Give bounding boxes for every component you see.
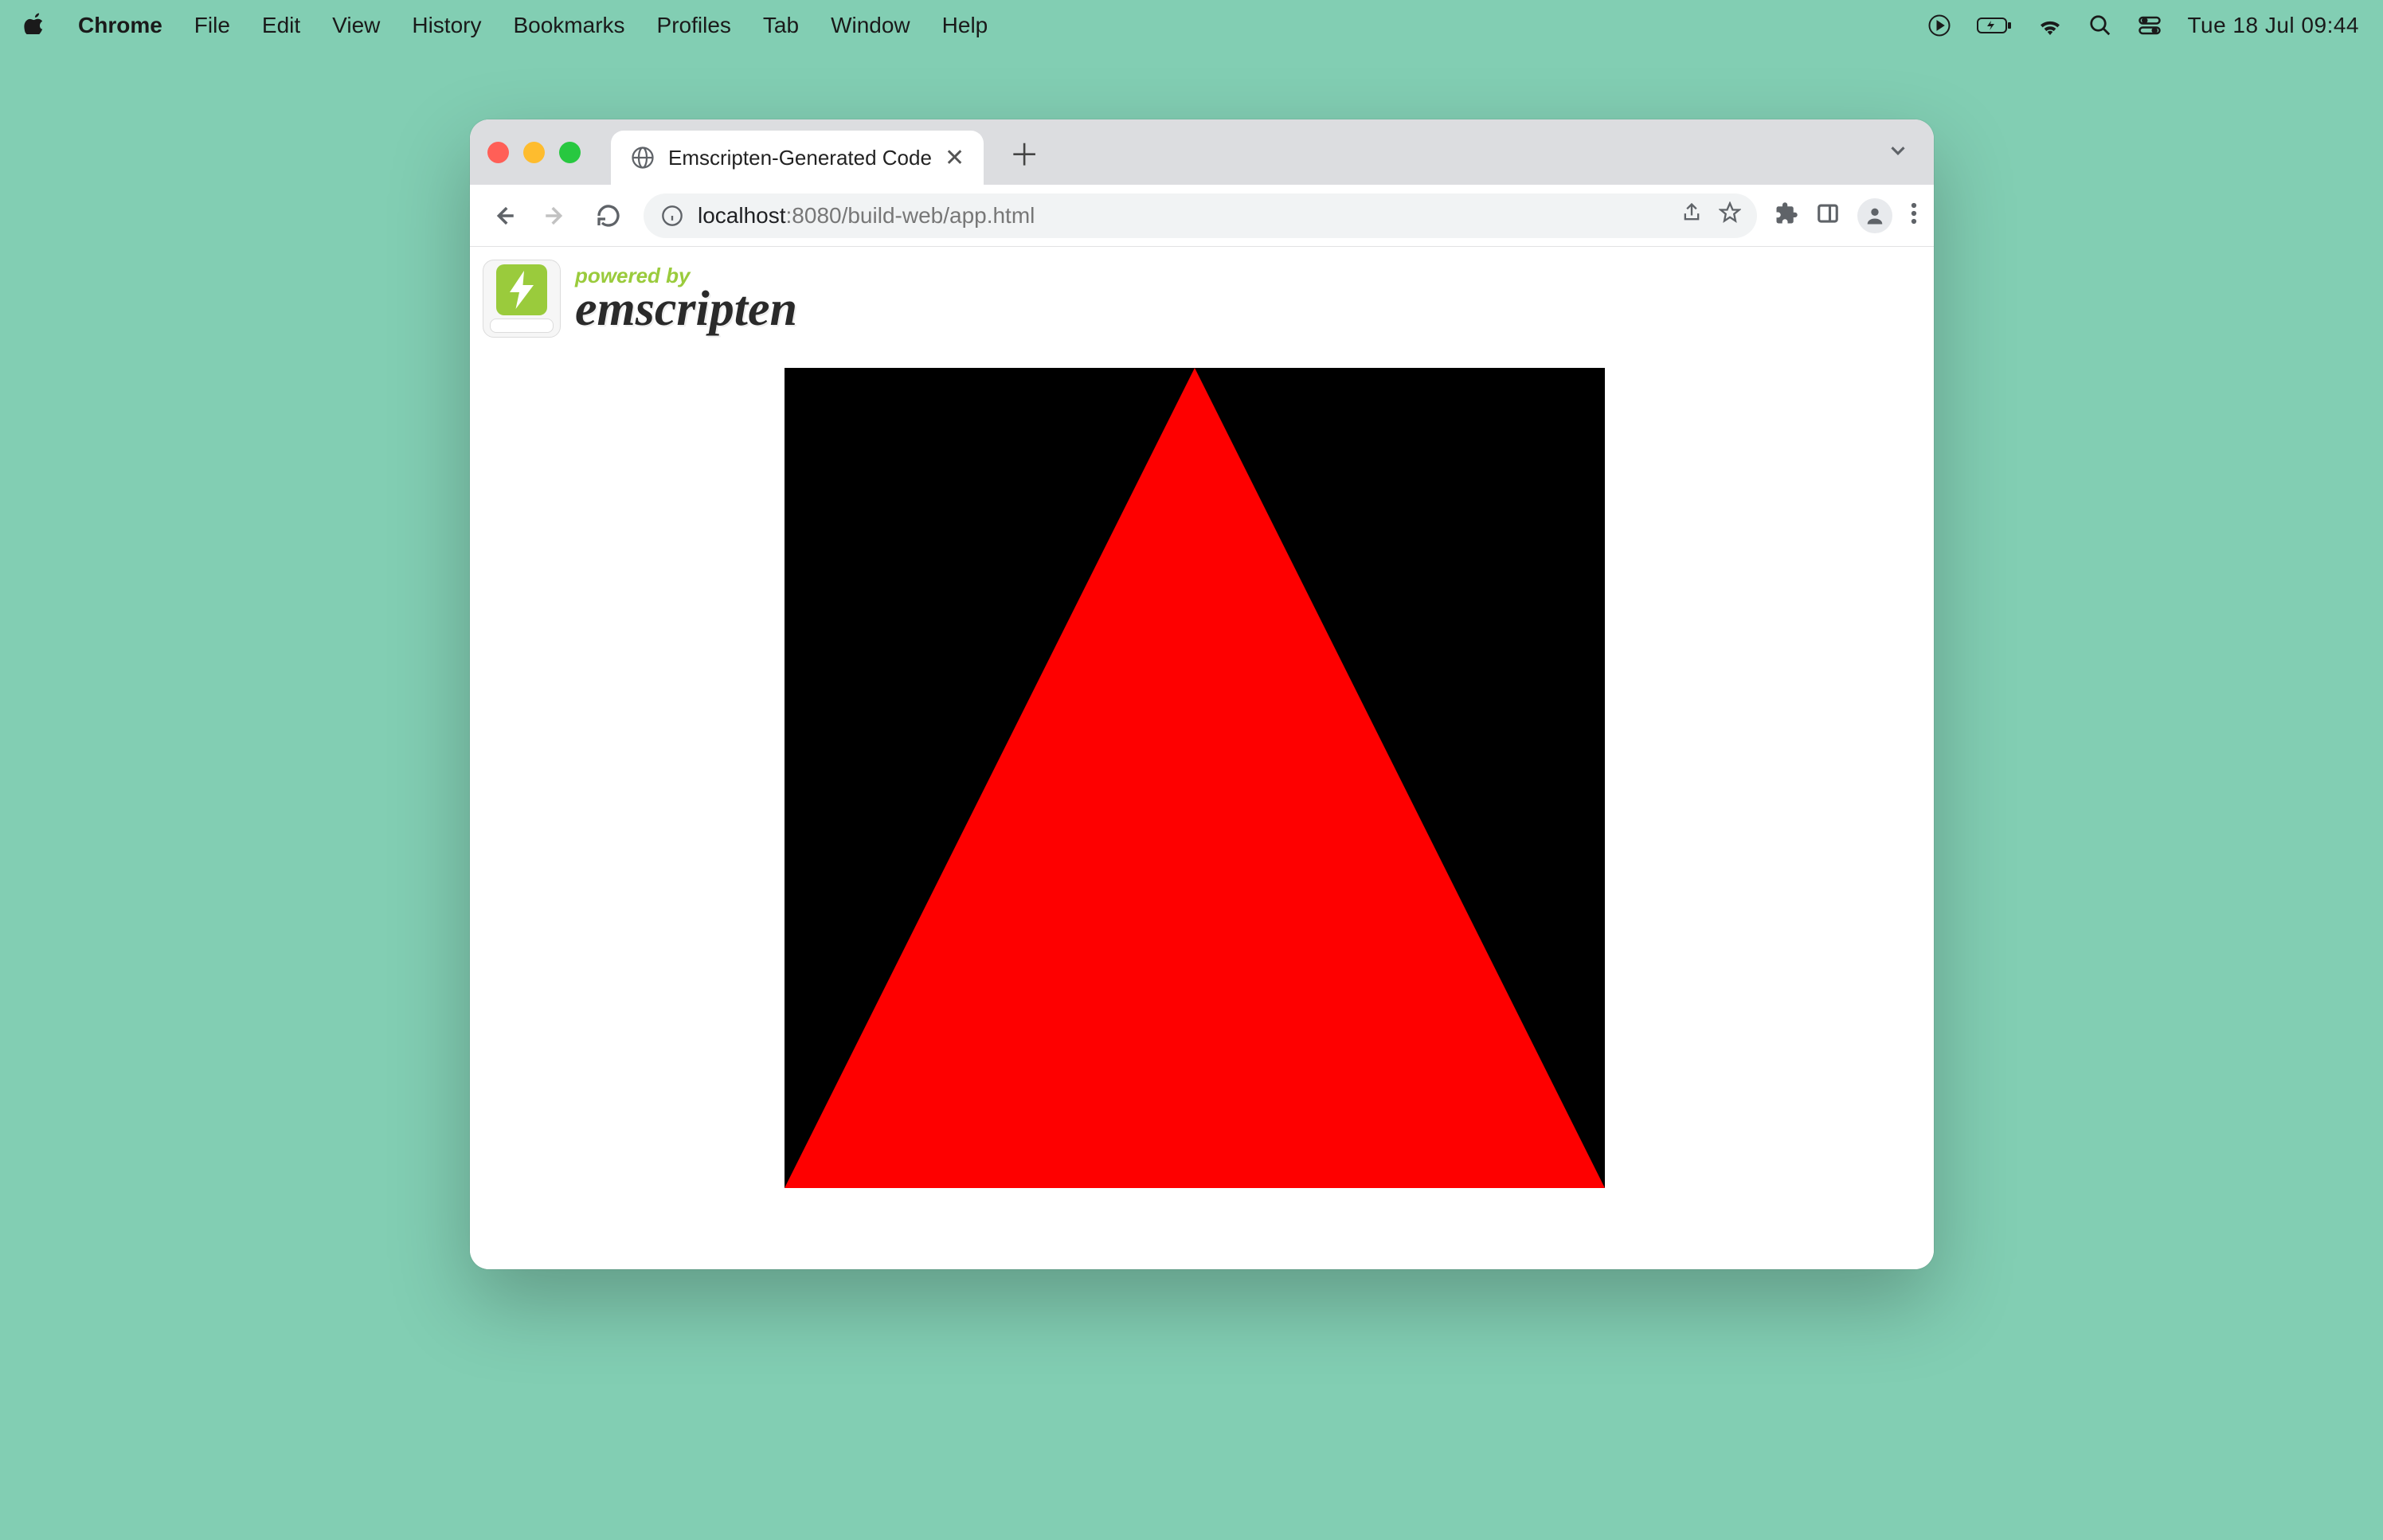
- url-path: :8080/build-web/app.html: [786, 203, 1035, 228]
- sidepanel-icon[interactable]: [1816, 201, 1840, 229]
- menubar-clock[interactable]: Tue 18 Jul 09:44: [2187, 13, 2359, 38]
- share-icon[interactable]: [1681, 201, 1703, 229]
- emscripten-wordmark: powered by emscripten: [575, 265, 797, 332]
- window-close-button[interactable]: [487, 142, 509, 163]
- menubar-left: Chrome File Edit View History Bookmarks …: [24, 12, 988, 40]
- nav-forward-button[interactable]: [538, 198, 573, 233]
- tab-close-button[interactable]: ✕: [945, 144, 965, 172]
- macos-menubar: Chrome File Edit View History Bookmarks …: [0, 0, 2383, 51]
- bookmark-star-icon[interactable]: [1719, 201, 1741, 229]
- emscripten-name-text: emscripten: [575, 287, 797, 332]
- window-minimize-button[interactable]: [523, 142, 545, 163]
- overflow-menu-icon[interactable]: [1910, 201, 1918, 229]
- traffic-lights: [487, 142, 581, 163]
- browser-toolbar: localhost:8080/build-web/app.html: [470, 185, 1934, 247]
- tab-favicon-globe-icon: [630, 145, 655, 170]
- media-icon[interactable]: [1927, 14, 1951, 37]
- new-tab-button[interactable]: ＋: [1004, 132, 1044, 172]
- spotlight-icon[interactable]: [2088, 14, 2112, 37]
- profile-avatar[interactable]: [1857, 198, 1892, 233]
- tab-strip: Emscripten-Generated Code ✕ ＋: [470, 119, 1934, 185]
- toolbar-right-cluster: [1775, 198, 1918, 233]
- menubar-item-tab[interactable]: Tab: [763, 13, 799, 38]
- url-bar[interactable]: localhost:8080/build-web/app.html: [644, 193, 1757, 238]
- browser-tab[interactable]: Emscripten-Generated Code ✕: [611, 131, 984, 185]
- menubar-app-name[interactable]: Chrome: [78, 13, 162, 38]
- menubar-item-edit[interactable]: Edit: [262, 13, 300, 38]
- menubar-item-window[interactable]: Window: [831, 13, 910, 38]
- tab-search-chevron-icon[interactable]: [1886, 139, 1910, 169]
- menubar-item-bookmarks[interactable]: Bookmarks: [513, 13, 624, 38]
- apple-menu-icon[interactable]: [24, 12, 46, 40]
- menubar-item-help[interactable]: Help: [942, 13, 988, 38]
- site-info-icon[interactable]: [659, 203, 685, 229]
- menubar-right: Tue 18 Jul 09:44: [1927, 13, 2359, 38]
- emscripten-logo-icon: [483, 260, 561, 338]
- battery-icon[interactable]: [1977, 16, 2012, 35]
- menubar-item-history[interactable]: History: [412, 13, 481, 38]
- nav-reload-button[interactable]: [591, 198, 626, 233]
- menubar-item-view[interactable]: View: [332, 13, 380, 38]
- window-zoom-button[interactable]: [559, 142, 581, 163]
- menubar-item-file[interactable]: File: [194, 13, 230, 38]
- emscripten-header: powered by emscripten: [483, 260, 797, 338]
- nav-back-button[interactable]: [486, 198, 521, 233]
- page-content: powered by emscripten: [470, 247, 1934, 1269]
- red-triangle-shape: [785, 368, 1605, 1188]
- wifi-icon[interactable]: [2037, 16, 2063, 35]
- menubar-item-profiles[interactable]: Profiles: [657, 13, 731, 38]
- extensions-icon[interactable]: [1775, 201, 1798, 229]
- url-text: localhost:8080/build-web/app.html: [698, 203, 1035, 229]
- control-center-icon[interactable]: [2138, 15, 2162, 36]
- browser-window: Emscripten-Generated Code ✕ ＋ localhost:…: [470, 119, 1934, 1269]
- url-host: localhost: [698, 203, 786, 228]
- tab-title: Emscripten-Generated Code: [668, 146, 932, 170]
- webgl-canvas[interactable]: [785, 368, 1605, 1188]
